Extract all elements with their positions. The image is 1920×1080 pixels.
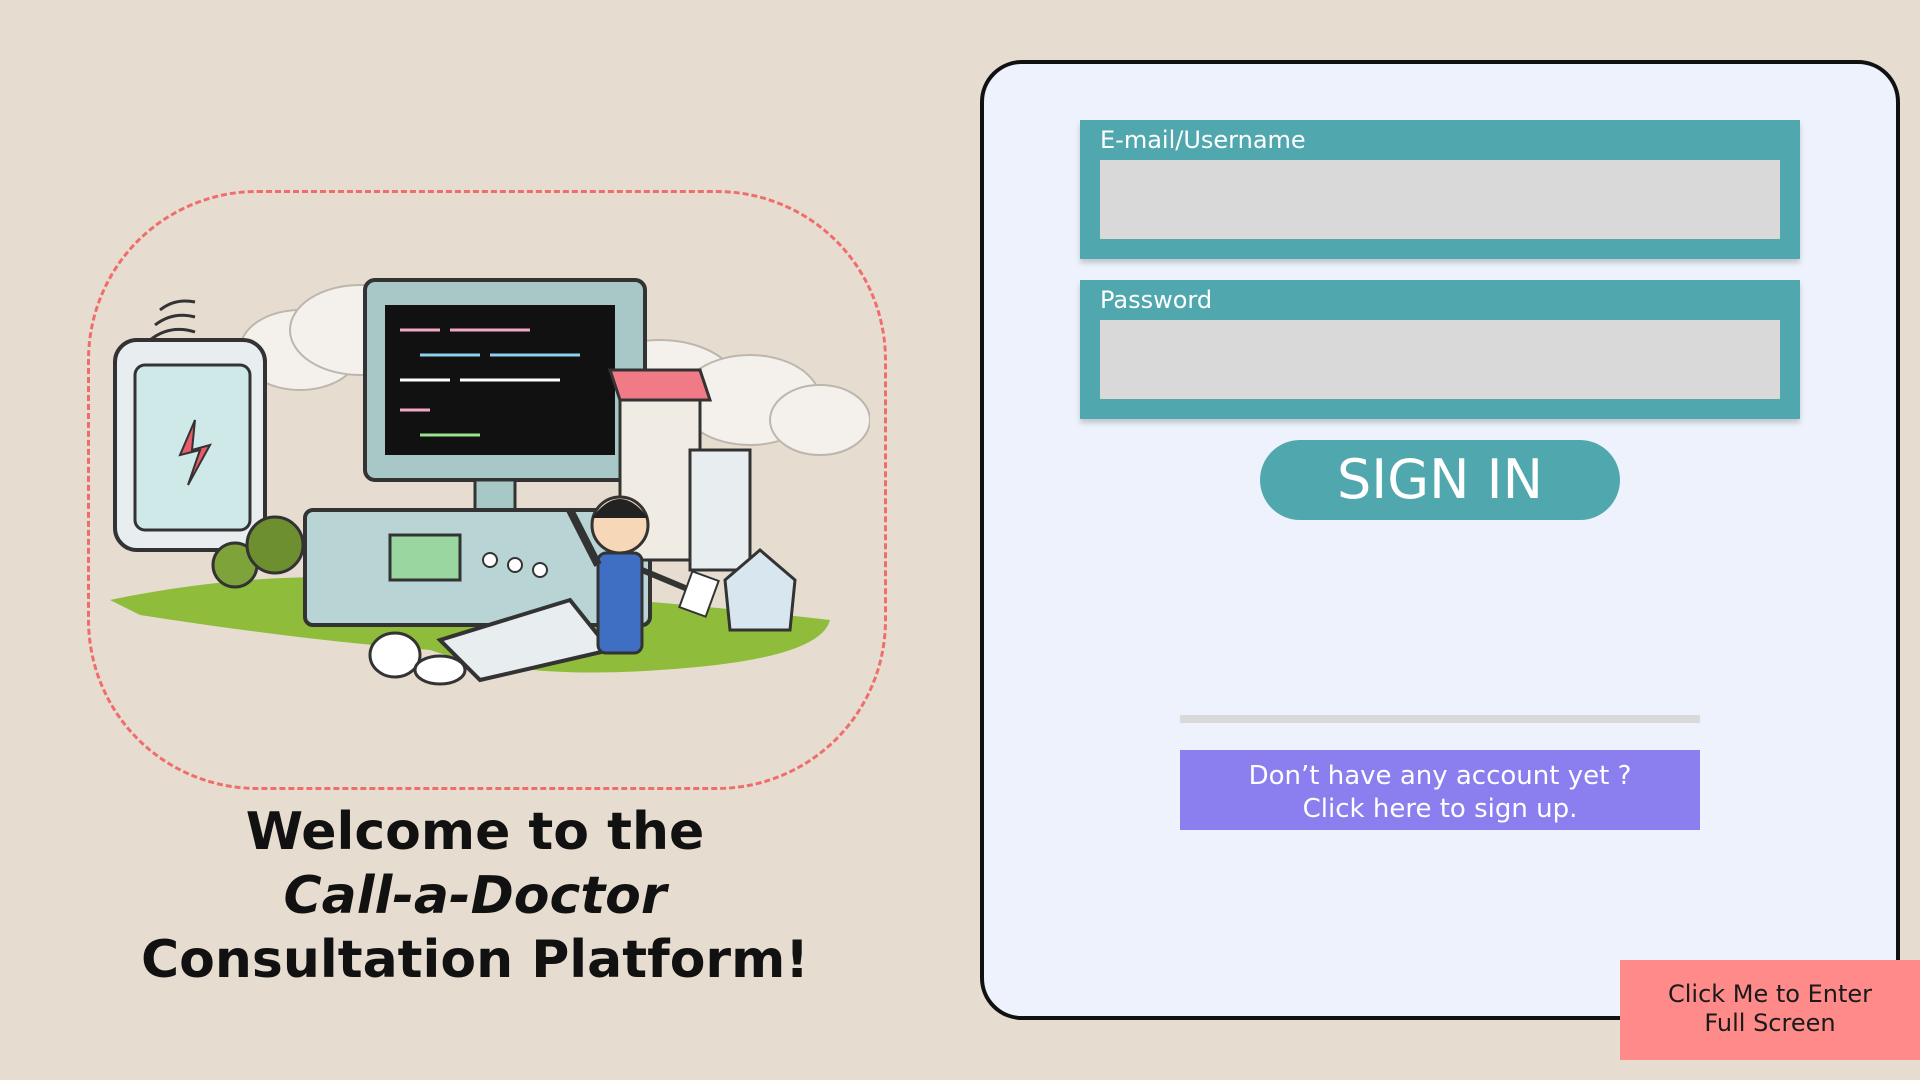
tablet-icon — [113, 299, 267, 552]
password-input[interactable] — [1100, 320, 1780, 399]
fullscreen-line-2: Full Screen — [1704, 1009, 1836, 1037]
welcome-heading: Welcome to the Call-a-Doctor Consultatio… — [130, 800, 820, 992]
password-label: Password — [1100, 286, 1213, 314]
email-input[interactable] — [1100, 160, 1780, 239]
welcome-brand-name: Call-a-Doctor — [283, 866, 667, 926]
email-label: E-mail/Username — [1100, 126, 1306, 154]
fullscreen-line-1: Click Me to Enter — [1667, 980, 1873, 1008]
email-field-group: E-mail/Username — [1080, 120, 1800, 259]
password-field-group: Password — [1080, 280, 1800, 419]
sign-up-button[interactable]: Don’t have any account yet ? Click here … — [1180, 750, 1700, 830]
fullscreen-button[interactable]: Click Me to Enter Full Screen — [1620, 960, 1920, 1060]
sign-up-line-1: Don’t have any account yet ? — [1248, 761, 1632, 791]
sign-in-button[interactable]: SIGN IN — [1260, 440, 1620, 520]
computer-illustration — [110, 278, 870, 686]
monitor-icon — [363, 278, 647, 517]
welcome-line-3: Consultation Platform! — [141, 930, 809, 990]
divider — [1180, 715, 1700, 723]
sign-up-line-2: Click here to sign up. — [1302, 794, 1578, 824]
welcome-line-1: Welcome to the — [245, 802, 705, 862]
